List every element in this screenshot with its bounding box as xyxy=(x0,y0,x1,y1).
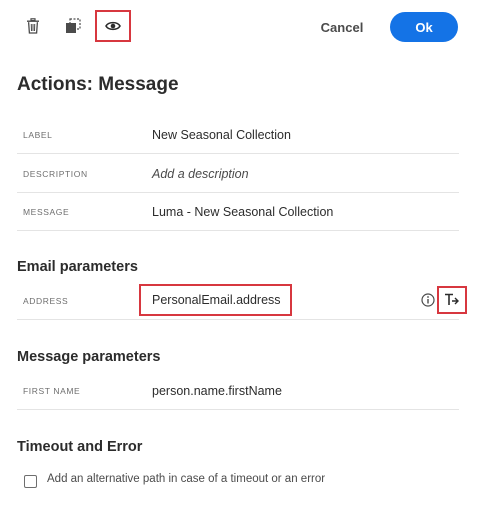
timeout-checkbox[interactable] xyxy=(24,475,37,488)
duplicate-icon[interactable] xyxy=(62,15,84,37)
message-row: MESSAGE Luma - New Seasonal Collection xyxy=(17,193,459,231)
ok-button[interactable]: Ok xyxy=(390,12,458,42)
email-parameters-title: Email parameters xyxy=(17,259,138,275)
description-field-value[interactable]: Add a description xyxy=(152,155,249,193)
description-field-label: DESCRIPTION xyxy=(23,169,88,179)
page-title: Actions: Message xyxy=(17,74,179,95)
first-name-field-value[interactable]: person.name.firstName xyxy=(152,372,282,410)
first-name-row: FIRST NAME person.name.firstName xyxy=(17,372,459,410)
message-parameters-title: Message parameters xyxy=(17,349,161,365)
label-row: LABEL New Seasonal Collection xyxy=(17,116,459,154)
toolbar: Cancel Ok xyxy=(0,0,482,54)
address-field-label: ADDRESS xyxy=(23,296,69,306)
info-icon[interactable] xyxy=(421,293,435,307)
label-field-value[interactable]: New Seasonal Collection xyxy=(152,116,291,154)
message-field-value[interactable]: Luma - New Seasonal Collection xyxy=(152,193,333,231)
message-field-label: MESSAGE xyxy=(23,207,70,217)
trash-icon[interactable] xyxy=(22,15,44,37)
address-field-value[interactable]: PersonalEmail.address xyxy=(152,283,281,317)
eye-icon[interactable] xyxy=(95,10,131,42)
cancel-button[interactable]: Cancel xyxy=(312,14,372,40)
description-row: DESCRIPTION Add a description xyxy=(17,155,459,193)
timeout-checkbox-label[interactable]: Add an alternative path in case of a tim… xyxy=(47,473,325,485)
timeout-error-title: Timeout and Error xyxy=(17,439,143,455)
first-name-field-label: FIRST NAME xyxy=(23,386,81,396)
text-expression-icon[interactable] xyxy=(437,286,467,314)
label-field-label: LABEL xyxy=(23,130,53,140)
